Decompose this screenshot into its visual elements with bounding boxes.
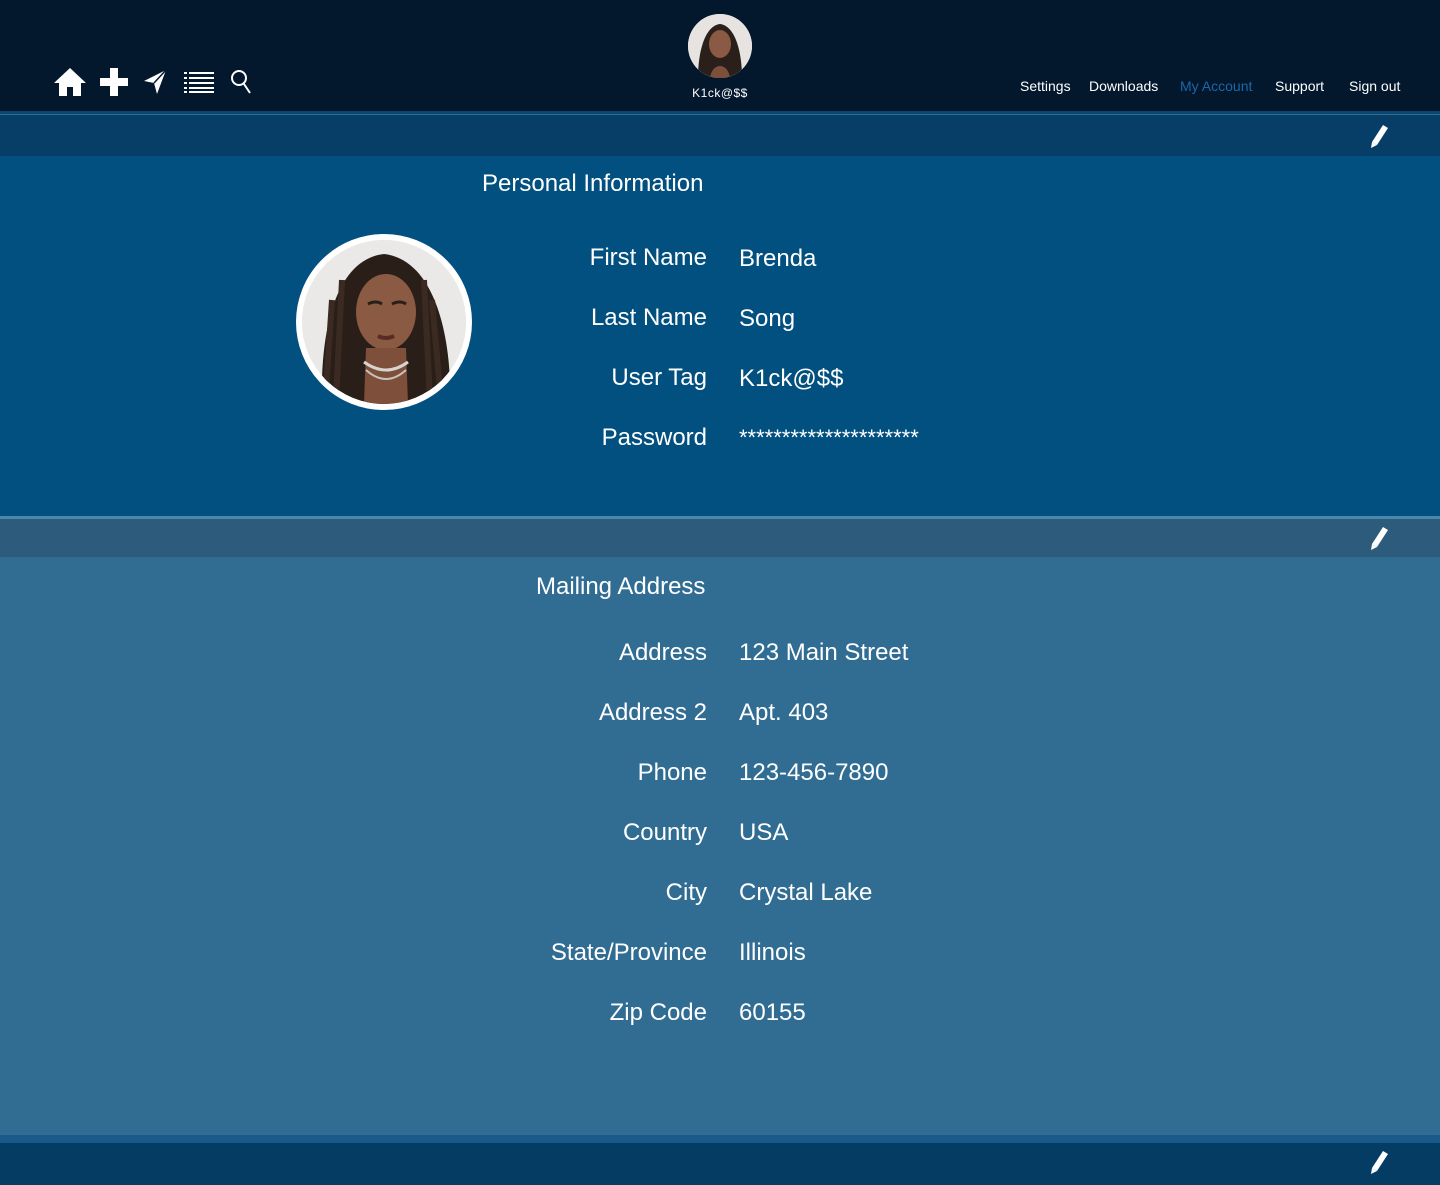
password-label: Password xyxy=(601,424,707,451)
nav-my-account[interactable]: My Account xyxy=(1180,78,1252,94)
state-value: Illinois xyxy=(739,939,806,966)
mailing-title: Mailing Address xyxy=(536,573,706,600)
user-tag-label: User Tag xyxy=(611,364,707,391)
mini-avatar[interactable] xyxy=(688,14,752,78)
country-value: USA xyxy=(739,819,789,846)
edit-next-section-icon[interactable] xyxy=(1368,1149,1392,1175)
mailing-address-section: Mailing Address Address 123 Main Street … xyxy=(0,557,1440,1135)
address-value: 123 Main Street xyxy=(739,639,909,666)
city-value: Crystal Lake xyxy=(739,879,873,906)
top-nav: Settings Downloads My Account Support Si… xyxy=(0,78,1440,98)
first-name-value: Brenda xyxy=(739,245,817,272)
password-value: ********************* xyxy=(739,425,919,450)
nav-downloads[interactable]: Downloads xyxy=(1089,78,1158,94)
personal-header-bar xyxy=(0,115,1440,156)
last-name-label: Last Name xyxy=(590,304,707,331)
user-tag-value: K1ck@$$ xyxy=(739,365,844,392)
phone-value: 123-456-7890 xyxy=(739,759,889,786)
zip-code-value: 60155 xyxy=(739,999,806,1026)
profile-portrait-icon xyxy=(302,240,466,404)
address-label: Address xyxy=(618,639,707,666)
last-name-value: Song xyxy=(739,305,796,332)
nav-settings[interactable]: Settings xyxy=(1020,78,1071,94)
user-portrait-icon xyxy=(688,14,752,78)
state-label: State/Province xyxy=(550,939,707,966)
personal-information-section: Personal Information First Name Brenda L… xyxy=(0,156,1440,516)
mailing-header-bar xyxy=(0,516,1440,557)
zip-code-label: Zip Code xyxy=(609,999,707,1026)
nav-sign-out[interactable]: Sign out xyxy=(1349,78,1400,94)
address-2-value: Apt. 403 xyxy=(739,699,829,726)
nav-support[interactable]: Support xyxy=(1275,78,1324,94)
top-bar: K1ck@$$ Settings Downloads My Account Su… xyxy=(0,0,1440,114)
address-2-label: Address 2 xyxy=(598,699,707,726)
city-label: City xyxy=(665,879,707,906)
edit-personal-icon[interactable] xyxy=(1368,123,1392,149)
personal-title: Personal Information xyxy=(482,170,704,197)
country-label: Country xyxy=(622,819,707,846)
first-name-label: First Name xyxy=(589,244,707,271)
next-section-header-bar xyxy=(0,1135,1440,1185)
profile-avatar[interactable] xyxy=(296,234,472,410)
phone-label: Phone xyxy=(637,759,707,786)
edit-mailing-icon[interactable] xyxy=(1368,525,1392,551)
